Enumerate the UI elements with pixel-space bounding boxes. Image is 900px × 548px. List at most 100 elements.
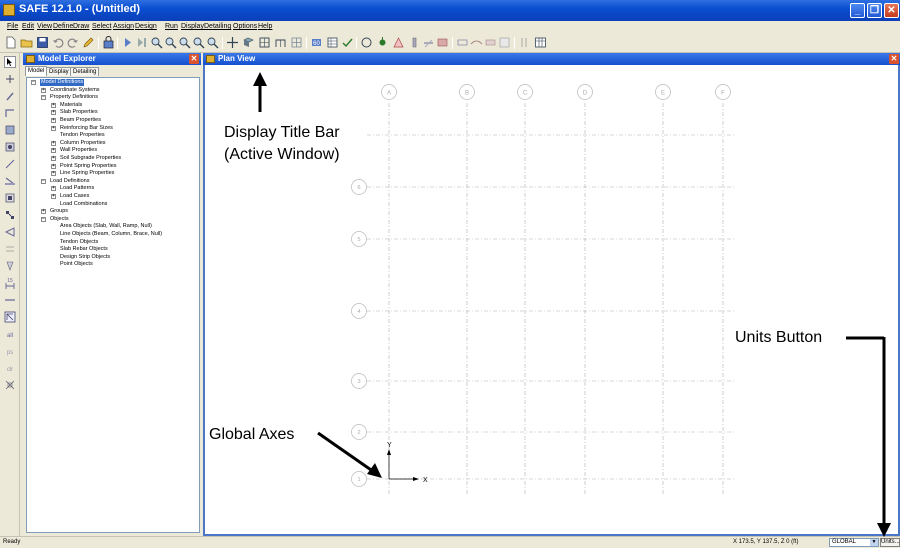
tab-display[interactable]: Display [46, 67, 72, 76]
tab-model[interactable]: Model [25, 66, 48, 76]
menu-run[interactable]: Run [165, 23, 178, 30]
draw-slab-tool-icon[interactable] [4, 158, 16, 170]
select-previous-icon[interactable]: ps [4, 345, 16, 357]
zoom-extents-icon[interactable] [206, 36, 219, 49]
expand-icon[interactable]: + [51, 194, 56, 199]
select-all-icon[interactable] [518, 36, 531, 49]
draw-reference-line-icon[interactable] [4, 294, 16, 306]
units-button[interactable]: Units... [880, 538, 900, 547]
draw-point-tool-icon[interactable] [4, 90, 16, 102]
pan-icon[interactable] [226, 36, 239, 49]
menu-select[interactable]: Select [92, 23, 111, 30]
draw-line-tool-icon[interactable] [4, 107, 16, 119]
draw-rebar-tool-icon[interactable] [4, 243, 16, 255]
draw-dimension-icon[interactable]: 15 [4, 277, 16, 289]
display-options-icon[interactable] [534, 36, 547, 49]
draw-column-tool-icon[interactable] [4, 192, 16, 204]
menu-options[interactable]: Options [233, 23, 257, 30]
minimize-button[interactable]: _ [850, 3, 865, 18]
object-shrink-icon[interactable]: 60 [310, 36, 323, 49]
open-folder-icon[interactable] [20, 36, 33, 49]
expand-icon[interactable]: + [51, 140, 56, 146]
collapse-icon[interactable]: − [41, 178, 46, 184]
undo-icon[interactable] [52, 36, 65, 49]
menu-design[interactable]: Design [135, 23, 157, 30]
model-tree[interactable]: − Model Definitions + Coordinate Systems − Pr… [26, 77, 200, 533]
draw-strip-tool-icon[interactable] [4, 260, 16, 272]
coordinate-system-select[interactable]: GLOBAL ▼ [829, 538, 879, 547]
expand-icon[interactable]: + [51, 110, 56, 116]
collapse-icon[interactable]: − [31, 80, 36, 85]
redo-icon[interactable] [66, 36, 79, 49]
expand-icon[interactable]: + [51, 156, 56, 161]
menu-view[interactable]: View [37, 23, 52, 30]
check-icon[interactable] [341, 36, 354, 49]
expand-icon[interactable]: + [51, 102, 56, 108]
zoom-window-icon[interactable] [150, 36, 163, 49]
grid-display-icon[interactable] [290, 36, 303, 49]
explorer-close-icon[interactable]: ✕ [189, 54, 199, 64]
draw-area-icon[interactable] [392, 36, 405, 49]
restore-button[interactable]: ❐ [867, 3, 882, 18]
menu-display[interactable]: Display [181, 23, 204, 30]
expand-icon[interactable]: + [41, 209, 46, 215]
tab-detailing[interactable]: Detailing [70, 67, 100, 76]
draw-wall-tool-icon[interactable] [4, 209, 16, 221]
close-button[interactable]: ✕ [884, 3, 899, 18]
draw-column-icon[interactable] [408, 36, 421, 49]
pencil-icon[interactable] [82, 36, 95, 49]
draw-rebar-icon[interactable] [484, 36, 497, 49]
draw-poly-area-icon[interactable] [4, 141, 16, 153]
view-plan-icon[interactable] [258, 36, 271, 49]
menu-file[interactable]: File [7, 23, 18, 30]
snap-options-icon[interactable] [4, 379, 16, 391]
model-explorer-title-bar: Model Explorer ✕ [23, 53, 201, 65]
expand-icon[interactable]: + [51, 171, 56, 177]
lock-icon[interactable] [102, 36, 115, 49]
chevron-down-icon[interactable]: ▼ [870, 539, 878, 546]
collapse-icon[interactable]: − [41, 216, 46, 222]
pointer-icon[interactable] [4, 56, 16, 68]
collapse-icon[interactable]: − [41, 95, 46, 101]
clear-selection-icon[interactable]: clr [4, 362, 16, 374]
draw-beam-tool-icon[interactable] [4, 175, 16, 187]
draw-rect-area-icon[interactable] [4, 124, 16, 136]
zoom-previous-icon[interactable] [192, 36, 205, 49]
run-analysis-icon[interactable] [121, 36, 134, 49]
new-file-icon[interactable] [4, 36, 17, 49]
view-elevation-icon[interactable] [274, 36, 287, 49]
select-all-tool-icon[interactable]: all [4, 328, 16, 340]
menu-draw[interactable]: Draw [73, 23, 89, 30]
menu-help[interactable]: Help [258, 23, 272, 30]
expand-icon[interactable]: + [51, 148, 56, 154]
show-table-icon[interactable] [326, 36, 339, 49]
menu-define[interactable]: Define [53, 23, 73, 30]
draw-beam-icon[interactable] [422, 36, 435, 49]
zoom-out-icon[interactable] [178, 36, 191, 49]
expand-icon[interactable]: + [41, 87, 46, 93]
plan-view-title-bar[interactable]: Plan View ✕ [203, 53, 900, 65]
menu-edit[interactable]: Edit [22, 23, 34, 30]
menu-detailing[interactable]: Detailing [204, 23, 231, 30]
reshape-icon[interactable] [4, 73, 16, 85]
draw-strip-icon[interactable] [498, 36, 511, 49]
draw-circle-icon[interactable] [360, 36, 373, 49]
draw-slab-icon[interactable] [436, 36, 449, 49]
draw-tendon-tool-icon[interactable] [4, 226, 16, 238]
expand-icon[interactable]: + [51, 125, 56, 131]
draw-point-icon[interactable] [376, 36, 389, 49]
save-icon[interactable] [36, 36, 49, 49]
snap-icon[interactable] [4, 311, 16, 323]
expand-icon[interactable]: + [51, 163, 56, 169]
draw-tendon-icon[interactable] [470, 36, 483, 49]
expand-icon[interactable]: + [51, 186, 56, 192]
menu-assign[interactable]: Assign [113, 23, 134, 30]
tree-node-label: Objects [50, 215, 69, 222]
grid-label-x: A [387, 91, 391, 97]
zoom-in-icon[interactable] [164, 36, 177, 49]
view-3d-icon[interactable] [242, 36, 255, 49]
run-step-icon[interactable] [135, 36, 148, 49]
plan-view-close-icon[interactable]: ✕ [889, 54, 899, 64]
draw-wall-icon[interactable] [456, 36, 469, 49]
expand-icon[interactable]: + [51, 118, 56, 123]
